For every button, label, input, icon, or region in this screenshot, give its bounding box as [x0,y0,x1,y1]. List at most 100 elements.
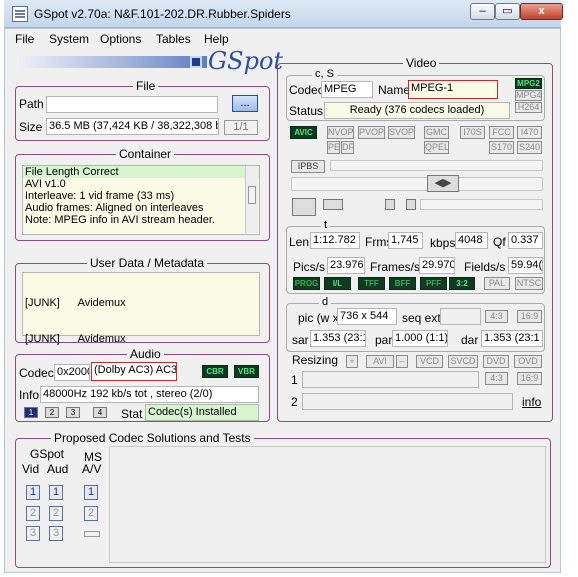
frms-value: 1,745 [388,232,423,249]
kbps-value: 4048 [455,232,488,249]
flag-pvop: PVOP [358,126,385,139]
pff-badge: PFF [420,277,447,290]
path-label: Path [19,97,44,111]
av-test-bar [84,531,100,537]
resize-vcd[interactable]: VCD [416,355,443,368]
container-info-list[interactable]: File Length Correct AVI v1.0 Interleave:… [22,165,260,235]
gspot-logo: GSpot [208,47,284,75]
info-link[interactable]: info [522,395,541,409]
kbps-label: kbps [430,236,456,250]
qf-label: Qf [493,235,506,249]
resize-row1-value [302,371,479,388]
mark-in-icon[interactable] [385,199,395,210]
container-scrollbar[interactable] [245,166,258,233]
resize-row1-label: 1 [291,373,298,387]
ipbs-button[interactable]: IPBS [291,160,325,173]
capture-icon[interactable] [292,198,316,216]
flag-s240: S240 [517,141,542,154]
seek-track[interactable] [291,177,543,191]
container-line: Audio frames: Aligned on interleaves [25,202,204,214]
menu-options[interactable]: Options [100,32,141,46]
userdata-legend: User Data / Metadata [87,256,208,270]
audio-info-label: Info [19,388,40,402]
par-value: 1.000 (1:1) [392,330,448,347]
audio-stat-label: Stat [121,407,143,421]
minimize-button[interactable]: – [470,3,495,20]
userdata-line: [JUNK] Avidemux [25,333,126,345]
h264-badge: H264 [515,102,542,113]
aud-test-3[interactable]: 3 [49,526,63,541]
menu-system[interactable]: System [49,32,89,46]
resize-plus[interactable]: + [346,355,358,368]
av-label: A/V [82,462,102,476]
audio-legend: Audio [127,347,164,361]
resize-svcd[interactable]: SVCD [448,355,478,368]
audio-stat-value: Codec(s) Installed [145,404,259,421]
flag-fcc: FCC [489,126,514,139]
browse-button[interactable]: ... [232,95,258,112]
audio-stream-3[interactable]: 3 [66,407,80,418]
av-test-1[interactable]: 1 [84,485,98,500]
container-legend: Container [116,147,175,161]
fields-value: 59.94( [508,257,543,274]
len-value: 1:12.782 [310,232,360,249]
aspect-16-9: 16:9 [517,310,542,323]
menu-file[interactable]: File [15,32,34,46]
video-name-label: Name [378,83,411,97]
userdata-list[interactable]: [JUNK] Avidemux [JUNK] Avidemux [22,272,260,345]
dar-value: 1.353 (23:1 [481,330,543,347]
aud-test-1[interactable]: 1 [49,485,63,500]
proposed-legend: Proposed Codec Solutions and Tests [51,431,254,445]
vbr-badge: VBR [234,365,259,378]
seek-thumb-icon[interactable]: ◀▶ [427,175,459,192]
mark-out-icon[interactable] [406,199,416,210]
resize-row2-label: 2 [291,395,298,409]
window-title: GSpot v2.70a: N&F.101-202.DR.Rubber.Spid… [34,7,291,21]
pic-value: 736 x 544 [337,308,397,325]
av-test-2[interactable]: 2 [84,506,98,521]
path-input[interactable] [46,96,218,113]
vid-test-1[interactable]: 1 [26,485,40,500]
close-button[interactable]: x [520,3,563,20]
resize-dvd[interactable]: DVD [483,355,509,368]
seq-ext-value [440,308,481,325]
file-legend: File [133,79,159,93]
seek-start-icon[interactable] [323,199,343,210]
qf-value: 0.337 [508,232,543,249]
video-status-label: Status [289,104,324,118]
frames-label: Frames/s [370,260,421,274]
fields-label: Fields/s [464,260,506,274]
flag-nvop: NVOP [327,126,354,139]
resize-avi[interactable]: AVI [366,355,394,368]
video-codec-label: Codec [289,83,324,97]
maximize-button[interactable]: ▭ [495,3,520,20]
resize-aspect-16-9: 16:9 [517,372,542,385]
scrollbar-thumb[interactable] [248,186,256,204]
vid-test-2[interactable]: 2 [26,506,40,521]
aud-test-2[interactable]: 2 [49,506,63,521]
audio-codec-label: Codec [19,366,54,380]
container-line: Interleave: 1 vid frame (33 ms) [25,190,175,202]
bff-badge: BFF [389,277,416,290]
vid-test-3[interactable]: 3 [26,526,40,541]
container-line: Note: MPEG info in AVI stream header. [25,214,215,226]
proposed-results-area [109,446,546,563]
audio-stream-2[interactable]: 2 [45,407,59,418]
menu-help[interactable]: Help [204,32,229,46]
frames-value: 29.970 [419,257,455,274]
resize-ovd[interactable]: OVD [514,355,542,368]
sar-label: sar [292,333,309,347]
cbr-badge: CBR [202,365,228,378]
audio-stream-4[interactable]: 4 [93,407,107,418]
file-counter: 1/1 [224,120,258,135]
resize-row2-value [302,393,513,410]
audio-codec-name: (Dolby AC3) AC3 [91,362,177,381]
audio-stream-1[interactable]: 1 [24,407,38,418]
title-bar[interactable]: GSpot v2.70a: N&F.101-202.DR.Rubber.Spid… [4,0,563,28]
menu-tables[interactable]: Tables [156,32,191,46]
resize-minus[interactable]: – [396,355,408,368]
sar-value: 1.353 (23:1 [310,330,366,347]
size-value: 36.5 MB (37,424 KB / 38,322,308 b [46,118,219,135]
cs-legend: c, S [312,68,337,80]
flag-i470: I470 [517,126,542,139]
